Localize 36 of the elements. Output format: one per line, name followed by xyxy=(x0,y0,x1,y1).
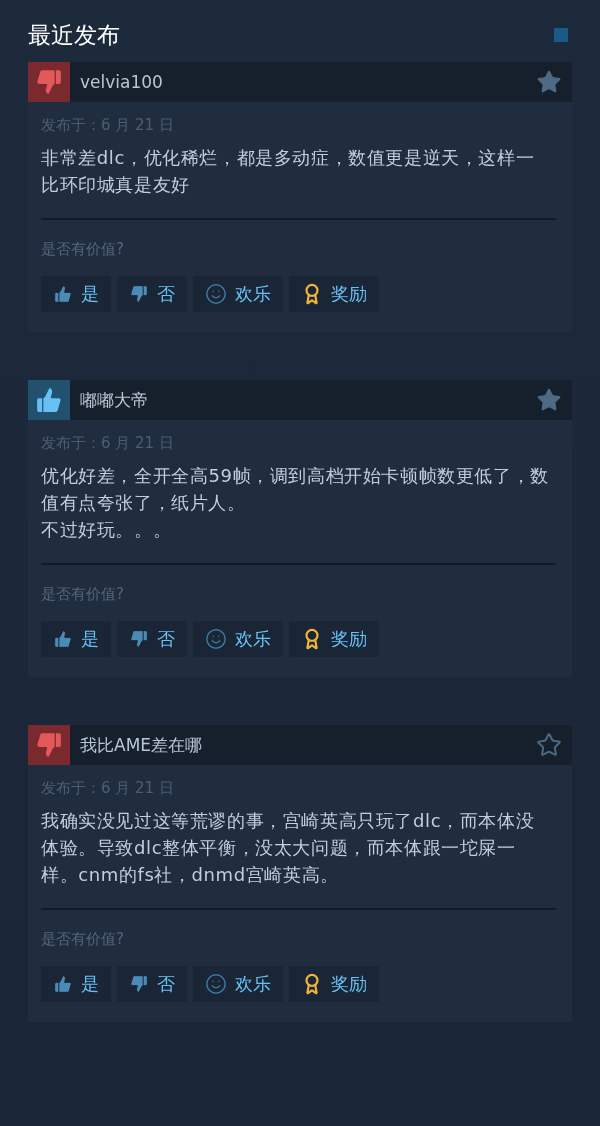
smile-icon xyxy=(205,628,227,650)
smile-icon xyxy=(205,973,227,995)
author-name[interactable]: 嘟嘟大帝 xyxy=(80,388,536,412)
author-name[interactable]: velvia100 xyxy=(80,72,536,92)
thumbs-down-icon xyxy=(129,284,149,304)
vote-button[interactable]: 欢乐 xyxy=(193,276,283,312)
vote-button[interactable]: 奖励 xyxy=(289,276,379,312)
star-icon[interactable] xyxy=(536,69,562,95)
vote-button[interactable]: 奖励 xyxy=(289,621,379,657)
star-icon[interactable] xyxy=(536,732,562,758)
review-text: 我确实没见过这等荒谬的事，宫崎英高只玩了dlc，而本体没体验。导致dlc整体平衡，没太大问题，而本体跟一坨屎一样。cnm的fs社，dnmd宫崎英高。 xyxy=(41,809,536,887)
smile-icon xyxy=(205,283,227,305)
vote-button[interactable]: 欢乐 xyxy=(193,621,283,657)
vote-button[interactable]: 否 xyxy=(117,276,187,312)
helpful-question: 是否有价值? xyxy=(41,584,125,605)
author-name[interactable]: 我比AME差在哪 xyxy=(80,733,536,757)
section-title: 最近发布 xyxy=(28,21,120,50)
helpful-question: 是否有价值? xyxy=(41,239,125,260)
thumbs-down-icon xyxy=(129,629,149,649)
vote-button[interactable]: 是 xyxy=(41,966,111,1002)
helpful-question: 是否有价值? xyxy=(41,929,125,950)
review-text: 优化好差，全开全高59帧，调到高档开始卡顿帧数更低了，数值有点夸张了，纸片人。 xyxy=(41,464,550,515)
vote-button[interactable]: 否 xyxy=(117,966,187,1002)
vote-button[interactable]: 否 xyxy=(117,621,187,657)
square-icon xyxy=(554,28,568,42)
vote-button[interactable]: 奖励 xyxy=(289,966,379,1002)
thumbs-down-icon xyxy=(129,974,149,994)
review-text: 非常差dlc，优化稀烂，都是多动症，数值更是逆天，这样一比环印城真是友好 xyxy=(41,146,536,197)
thumbs-up-icon xyxy=(53,284,73,304)
vote-button[interactable]: 是 xyxy=(41,621,111,657)
vote-button[interactable]: 是 xyxy=(41,276,111,312)
review-text: 不过好玩。。。 xyxy=(41,518,173,542)
star-icon[interactable] xyxy=(536,387,562,413)
vote-button[interactable]: 欢乐 xyxy=(193,966,283,1002)
thumbs-up-icon xyxy=(53,629,73,649)
thumbs-up-icon xyxy=(53,974,73,994)
